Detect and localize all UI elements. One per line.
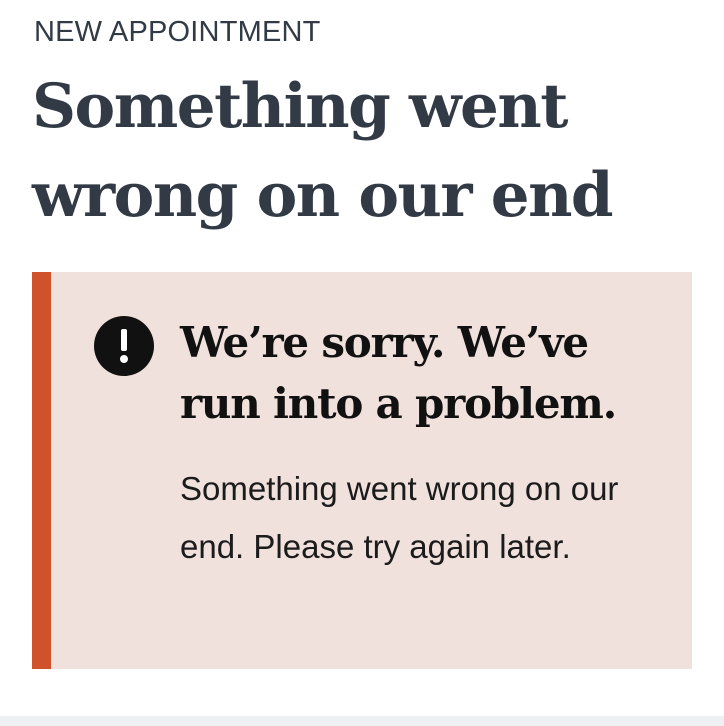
- error-alert: We’re sorry. We’ve run into a problem. S…: [32, 272, 692, 669]
- alert-message: Something went wrong on our end. Please …: [180, 470, 619, 565]
- alert-accent-bar: [32, 272, 51, 669]
- exclamation-dot: [120, 355, 128, 363]
- alert-heading: We’re sorry. We’ve run into a problem.: [180, 318, 617, 428]
- page-title: Something went wrong on our end: [32, 71, 614, 231]
- error-page: NEW APPOINTMENT Something went wrong on …: [0, 0, 724, 726]
- page-footer-strip: [0, 716, 724, 726]
- exclamation-circle-icon: [94, 316, 154, 376]
- exclamation-stem: [121, 329, 127, 351]
- section-label: NEW APPOINTMENT: [34, 16, 321, 48]
